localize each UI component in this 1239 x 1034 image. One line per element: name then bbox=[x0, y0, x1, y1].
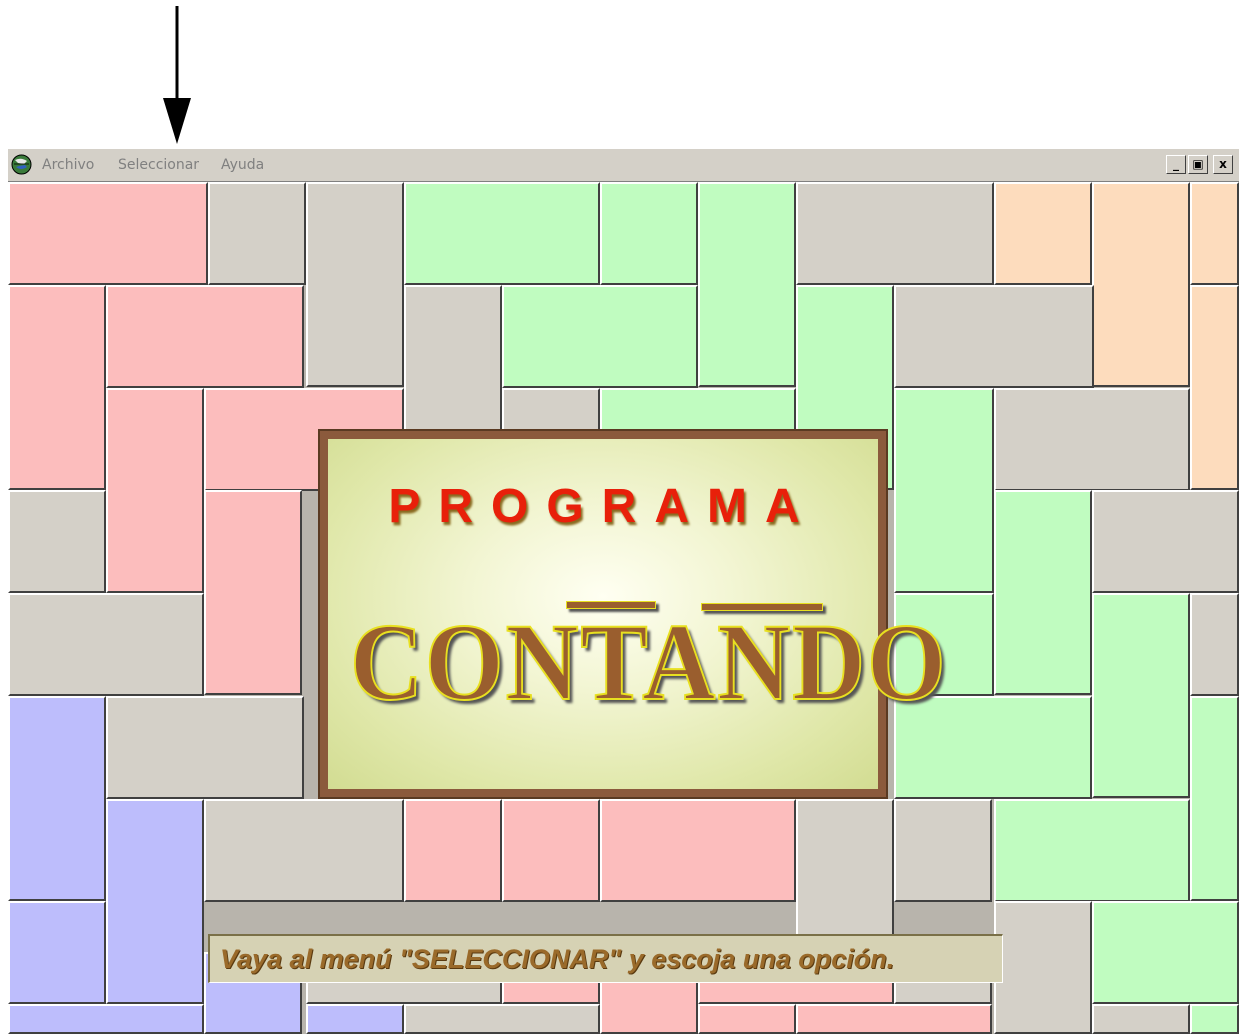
menu-bar: Archivo Seleccionar Ayuda _ ▣ x bbox=[8, 148, 1239, 182]
background-tile bbox=[204, 799, 404, 902]
menu-seleccionar[interactable]: Seleccionar bbox=[118, 157, 199, 173]
title-programa: PROGRAMA bbox=[388, 480, 818, 533]
background-tile bbox=[894, 285, 1094, 388]
background-tile bbox=[1190, 285, 1239, 490]
background-tile bbox=[994, 490, 1092, 695]
status-message-bar: Vaya al menú "SELECCIONAR" y escoja una … bbox=[208, 934, 1003, 983]
minimize-button[interactable]: _ bbox=[1166, 155, 1186, 174]
background-tile bbox=[404, 182, 600, 285]
background-tile bbox=[502, 285, 698, 388]
background-tile bbox=[1092, 593, 1190, 798]
background-tile bbox=[106, 285, 304, 388]
restore-button[interactable]: ▣ bbox=[1188, 155, 1208, 174]
background-tile bbox=[1092, 901, 1239, 1004]
background-tile bbox=[1092, 182, 1190, 387]
background-tile bbox=[8, 182, 208, 285]
background-tile bbox=[994, 799, 1190, 902]
background-tile bbox=[994, 388, 1190, 491]
title-panel: PROGRAMA CONTANDO bbox=[328, 439, 948, 789]
background-tile bbox=[698, 1004, 796, 1034]
background-tile bbox=[204, 490, 302, 695]
background-tile bbox=[894, 388, 994, 593]
status-message: Vaya al menú "SELECCIONAR" y escoja una … bbox=[220, 944, 895, 974]
background-tile bbox=[404, 799, 502, 902]
background-tile bbox=[306, 1004, 404, 1034]
down-arrow-icon bbox=[163, 6, 191, 144]
title-card: PROGRAMA CONTANDO bbox=[318, 429, 948, 799]
background-tile bbox=[600, 182, 698, 285]
background-tile bbox=[8, 593, 204, 696]
background-tile bbox=[8, 901, 106, 1004]
menu-ayuda[interactable]: Ayuda bbox=[221, 157, 264, 173]
globe-icon[interactable] bbox=[11, 154, 32, 175]
background-tile bbox=[796, 1004, 992, 1034]
background-tile bbox=[994, 182, 1092, 285]
background-tile bbox=[404, 1004, 600, 1034]
background-tile bbox=[106, 696, 304, 799]
background-tile bbox=[1092, 1004, 1190, 1034]
background-tile bbox=[894, 799, 992, 902]
background-tile bbox=[1190, 182, 1239, 285]
background-tile bbox=[106, 799, 204, 1004]
background-tile bbox=[1092, 490, 1239, 593]
close-button[interactable]: x bbox=[1213, 155, 1233, 174]
background-tile bbox=[8, 490, 106, 593]
background-tile bbox=[306, 182, 404, 387]
background-tile bbox=[8, 696, 106, 901]
background-tile bbox=[106, 388, 204, 593]
tile-background: PROGRAMA CONTANDO Vaya al menú "SELECCIO… bbox=[8, 182, 1239, 1034]
background-tile bbox=[994, 901, 1092, 1034]
menu-archivo[interactable]: Archivo bbox=[42, 157, 94, 173]
background-tile bbox=[8, 285, 106, 490]
background-tile bbox=[1190, 1004, 1239, 1034]
title-contando: CONTANDO bbox=[349, 600, 948, 724]
background-tile bbox=[1190, 593, 1239, 696]
background-tile bbox=[208, 182, 306, 285]
background-tile bbox=[698, 182, 796, 387]
background-tile bbox=[796, 182, 994, 285]
background-tile bbox=[600, 799, 796, 902]
background-tile bbox=[1190, 696, 1239, 901]
background-tile bbox=[502, 799, 600, 902]
app-window: Archivo Seleccionar Ayuda _ ▣ x PROGRAMA… bbox=[8, 148, 1239, 1034]
background-tile bbox=[8, 1004, 204, 1034]
